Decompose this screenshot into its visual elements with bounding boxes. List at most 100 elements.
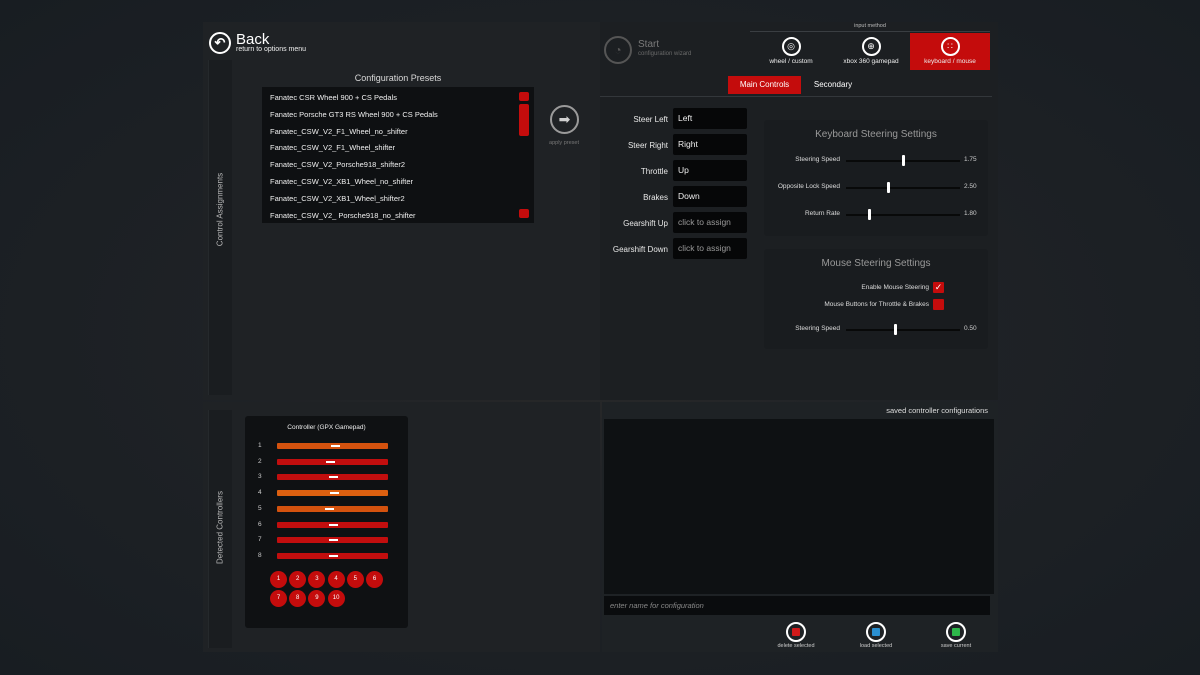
control-binding-field[interactable]: Right [673, 134, 747, 155]
checkmark-icon: ✓ [934, 282, 943, 292]
input-method-label: keyboard / mouse [924, 58, 976, 65]
action-label: load selected [859, 643, 893, 649]
controller-button-indicator: 10 [327, 590, 345, 607]
preset-item[interactable]: Fanatec_CSW_V2_XB1_Wheel_shifter2 [262, 191, 534, 208]
tab-secondary[interactable]: Secondary [803, 76, 863, 94]
axis-indicator [328, 554, 338, 557]
axis-indicator [325, 507, 335, 510]
input-method-label: wheel / custom [769, 58, 813, 65]
axis-indicator [329, 492, 339, 495]
axis-indicator [328, 476, 338, 479]
control-binding-field[interactable]: click to assign [673, 238, 747, 259]
preset-item[interactable]: Fanatec Porsche GT3 RS Wheel 900 + CS Pe… [262, 107, 534, 124]
axis-bar [277, 521, 388, 528]
axis-bar [277, 552, 388, 559]
axis-indicator [328, 539, 338, 542]
steering-speed-value: 1.75 [964, 156, 977, 163]
axis-bar [277, 474, 388, 481]
axis-bar [277, 505, 388, 512]
scroll-down-button[interactable] [519, 209, 529, 218]
axis-number: 1 [258, 442, 262, 449]
preset-item[interactable]: Fanatec CSR Wheel 900 + CS Pedals [262, 90, 534, 107]
opposite-lock-speed-label: Opposite Lock Speed [777, 183, 840, 190]
load-icon-glyph [872, 628, 880, 636]
axis-indicator [326, 460, 336, 463]
mouse-steering-speed-value: 0.50 [964, 325, 977, 332]
opposite-lock-speed-slider-track[interactable] [846, 187, 960, 189]
mouse-steering-title: Mouse Steering Settings [821, 258, 931, 269]
keyboard-steering-title: Keyboard Steering Settings [815, 129, 937, 140]
axis-indicator [328, 523, 338, 526]
tab-divider [600, 96, 992, 97]
mouse-buttons-label: Mouse Buttons for Throttle & Brakes [824, 301, 929, 308]
back-arrow-icon[interactable]: ↶ [209, 32, 231, 54]
presets-title: Configuration Presets [354, 73, 442, 83]
preset-item[interactable]: Fanatec_CSW_V2_Porsche918_shifter2 [262, 157, 534, 174]
saved-configurations-list[interactable] [604, 419, 994, 594]
start-title[interactable]: Start [638, 39, 659, 50]
axis-number: 4 [258, 489, 262, 497]
save-button[interactable]: save current [926, 622, 986, 649]
opposite-lock-speed-slider-thumb[interactable] [887, 182, 891, 193]
steering-speed-slider-thumb[interactable] [902, 155, 905, 166]
preset-item[interactable]: Fanatec_CSW_V2_F1_Wheel_no_shifter [262, 124, 534, 141]
opposite-lock-speed-value: 2.50 [964, 183, 977, 190]
return-rate-value: 1.80 [964, 210, 977, 217]
input-method-gamepad[interactable]: ⊕ xbox 360 gamepad [831, 33, 911, 70]
steering-wheel-icon[interactable]: ◔ [604, 36, 632, 64]
controller-button-indicator: 7 [270, 590, 287, 607]
scrollbar-thumb[interactable] [519, 104, 529, 136]
controller-button-indicator: 4 [327, 571, 345, 588]
control-assignments-label: Control Assignments [215, 172, 225, 247]
return-rate-slider-thumb[interactable] [867, 209, 871, 220]
axis-number: 5 [258, 504, 262, 512]
control-binding-field[interactable]: Up [673, 160, 747, 181]
axis-bar [277, 490, 388, 497]
mouse-buttons-checkbox[interactable] [933, 299, 944, 310]
mouse-steering-speed-slider-track[interactable] [846, 329, 960, 331]
controller-button-indicator: 6 [366, 571, 383, 588]
mouse-steering-speed-label: Steering Speed [795, 325, 840, 332]
return-rate-slider-track[interactable] [846, 214, 960, 216]
axis-bar [277, 537, 388, 544]
axis-bar [277, 443, 388, 449]
delete-button[interactable]: delete selected [766, 622, 826, 649]
scroll-up-button[interactable] [519, 92, 529, 101]
back-subtitle: return to options menu [236, 46, 307, 53]
control-label: Brakes [643, 193, 668, 202]
enable-mouse-steering-checkbox[interactable]: ✓ [933, 282, 944, 293]
control-binding-field[interactable]: click to assign [673, 212, 747, 233]
keyboard-icon: ∷ [940, 37, 960, 56]
preset-item[interactable]: Fanatec_CSW_V2_F1_Wheel_shifter [262, 140, 534, 157]
config-name-input[interactable] [604, 596, 990, 615]
keyboard-steering-box: Keyboard Steering Settings [764, 120, 988, 236]
mouse-steering-speed-slider-thumb[interactable] [894, 324, 898, 335]
axis-number: 8 [258, 551, 262, 559]
input-method-wheel[interactable]: ◎ wheel / custom [751, 33, 831, 70]
delete-icon [786, 622, 806, 642]
presets-list[interactable]: Fanatec CSR Wheel 900 + CS Pedals Fanatec… [262, 87, 534, 223]
axis-number: 3 [258, 473, 262, 481]
axis-bar [277, 458, 388, 465]
action-label: delete selected [777, 643, 815, 649]
controller-button-indicator: 5 [346, 571, 364, 588]
axis-number: 7 [258, 536, 262, 544]
start-subtitle: configuration wizard [638, 51, 692, 57]
axis-number: 2 [258, 457, 262, 465]
control-binding-field[interactable]: Down [673, 186, 747, 207]
arrow-right-icon[interactable]: ➡ [550, 105, 579, 134]
input-method-keyboard[interactable]: ∷ keyboard / mouse [910, 33, 990, 70]
enable-mouse-steering-label: Enable Mouse Steering [861, 284, 929, 291]
load-icon [866, 622, 886, 642]
input-method-label: xbox 360 gamepad [843, 58, 899, 65]
preset-item[interactable]: Fanatec_CSW_V2_XB1_Wheel_no_shifter [262, 174, 534, 191]
controller-title: Controller (GPX Gamepad) [287, 424, 366, 431]
controller-button-indicator: 1 [270, 571, 287, 588]
control-binding-field[interactable]: Left [673, 108, 747, 129]
preset-item[interactable]: Fanatec_CSW_V2_ Porsche918_no_shifter [262, 208, 534, 223]
tab-main-controls[interactable]: Main Controls [728, 76, 801, 94]
wheel-icon: ◎ [781, 37, 801, 56]
mouse-steering-box: Mouse Steering Settings [764, 249, 988, 349]
load-button[interactable]: load selected [846, 622, 906, 649]
delete-icon-glyph [792, 628, 800, 636]
